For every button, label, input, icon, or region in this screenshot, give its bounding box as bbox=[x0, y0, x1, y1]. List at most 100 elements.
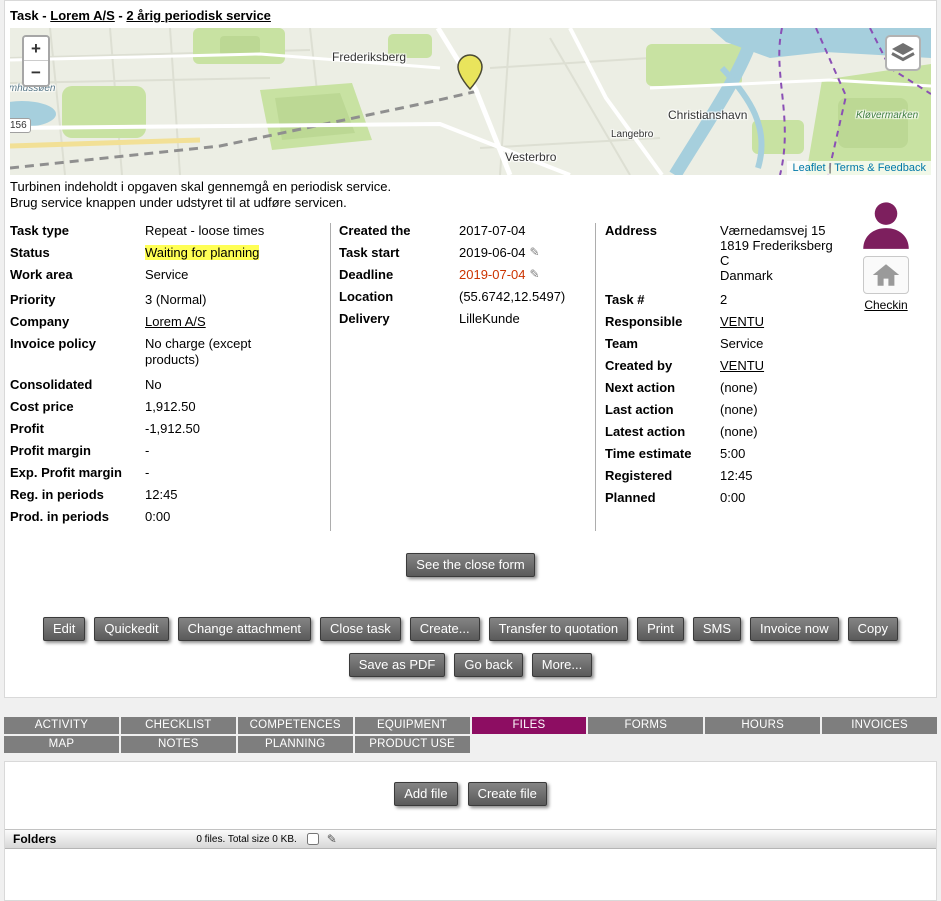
detail-row: Planned0:00 bbox=[605, 490, 843, 506]
address-value: Værnedamsvej 15 1819 Frederiksberg C Dan… bbox=[720, 223, 843, 283]
files-panel: Add file Create file Folders 0 files. To… bbox=[4, 761, 937, 901]
tab-hours[interactable]: HOURS bbox=[705, 717, 820, 734]
field-value: 3 (Normal) bbox=[145, 292, 206, 308]
tab-invoices[interactable]: INVOICES bbox=[822, 717, 937, 734]
field-label: Created the bbox=[339, 223, 459, 239]
zoom-out-button[interactable]: − bbox=[24, 61, 48, 85]
sms-button[interactable]: SMS bbox=[693, 617, 741, 641]
detail-row: Registered12:45 bbox=[605, 468, 843, 484]
see-close-form-button[interactable]: See the close form bbox=[406, 553, 534, 577]
field-label: Last action bbox=[605, 402, 720, 418]
quickedit-button[interactable]: Quickedit bbox=[94, 617, 168, 641]
road-number-badge: 156 bbox=[10, 118, 31, 133]
field-value: 5:00 bbox=[720, 446, 745, 462]
close-task-button[interactable]: Close task bbox=[320, 617, 401, 641]
edit-button[interactable]: Edit bbox=[43, 617, 85, 641]
pin-icon bbox=[457, 54, 483, 90]
responsible-link[interactable]: VENTU bbox=[720, 314, 764, 329]
company-link[interactable]: Lorem A/S bbox=[145, 314, 206, 329]
status-value: Waiting for planning bbox=[145, 245, 259, 261]
field-value: Service bbox=[720, 336, 763, 352]
field-value: (none) bbox=[720, 402, 758, 418]
tab-map[interactable]: MAP bbox=[4, 736, 119, 753]
breadcrumb-company-link[interactable]: Lorem A/S bbox=[50, 8, 115, 23]
add-file-button[interactable]: Add file bbox=[394, 782, 457, 806]
map[interactable]: Frederiksberg Vesterbro Christianshavn L… bbox=[10, 28, 931, 175]
detail-row: Last action(none) bbox=[605, 402, 843, 418]
tab-planning[interactable]: PLANNING bbox=[238, 736, 353, 753]
details-column-widgets: Checkin bbox=[843, 199, 929, 531]
field-label: Location bbox=[339, 289, 459, 305]
leaflet-link[interactable]: Leaflet bbox=[792, 162, 825, 174]
field-label: Priority bbox=[10, 292, 145, 308]
close-form-row: See the close form bbox=[5, 553, 936, 577]
field-label: Status bbox=[10, 245, 145, 261]
map-layers-button[interactable] bbox=[885, 35, 921, 71]
field-label: Created by bbox=[605, 358, 720, 374]
field-value: No bbox=[145, 377, 162, 393]
detail-row: Address Værnedamsvej 15 1819 Frederiksbe… bbox=[605, 223, 843, 283]
detail-row: TeamService bbox=[605, 336, 843, 352]
map-marker-pin[interactable] bbox=[457, 54, 483, 93]
more-button[interactable]: More... bbox=[532, 653, 592, 677]
field-label: Profit margin bbox=[10, 443, 145, 459]
create-file-button[interactable]: Create file bbox=[468, 782, 547, 806]
field-value: - bbox=[145, 443, 149, 459]
field-value: No charge (except products) bbox=[145, 336, 273, 368]
field-label: Task start bbox=[339, 245, 459, 261]
detail-row: Prod. in periods0:00 bbox=[10, 509, 330, 525]
detail-row: Location(55.6742,12.5497) bbox=[339, 289, 595, 305]
detail-row: Profit-1,912.50 bbox=[10, 421, 330, 437]
created-by-link[interactable]: VENTU bbox=[720, 358, 764, 373]
attribution-separator: | bbox=[829, 162, 832, 174]
breadcrumb-separator: - bbox=[42, 8, 46, 23]
field-value: (55.6742,12.5497) bbox=[459, 289, 565, 305]
go-back-button[interactable]: Go back bbox=[454, 653, 522, 677]
map-label-frederiksberg: Frederiksberg bbox=[332, 50, 406, 64]
terms-feedback-link[interactable]: Terms & Feedback bbox=[834, 162, 926, 174]
folders-select-checkbox[interactable] bbox=[307, 833, 319, 845]
tab-equipment[interactable]: EQUIPMENT bbox=[355, 717, 470, 734]
field-label: Task # bbox=[605, 292, 720, 308]
tab-files[interactable]: FILES bbox=[472, 717, 587, 734]
save-as-pdf-button[interactable]: Save as PDF bbox=[349, 653, 446, 677]
change-attachment-button[interactable]: Change attachment bbox=[178, 617, 311, 641]
tab-row-2: MAP NOTES PLANNING PRODUCT USE bbox=[4, 736, 937, 753]
map-label-christianshavn: Christianshavn bbox=[668, 108, 747, 122]
copy-button[interactable]: Copy bbox=[848, 617, 898, 641]
edit-pencil-icon[interactable]: ✎ bbox=[530, 245, 540, 259]
field-label: Next action bbox=[605, 380, 720, 396]
detail-row: StatusWaiting for planning bbox=[10, 245, 330, 261]
tab-notes[interactable]: NOTES bbox=[121, 736, 236, 753]
detail-row: Created the2017-07-04 bbox=[339, 223, 595, 239]
field-label: Exp. Profit margin bbox=[10, 465, 145, 481]
detail-row: Invoice policyNo charge (except products… bbox=[10, 336, 330, 368]
tab-competences[interactable]: COMPETENCES bbox=[238, 717, 353, 734]
field-value: 12:45 bbox=[145, 487, 178, 503]
tab-checklist[interactable]: CHECKLIST bbox=[121, 717, 236, 734]
details-column-middle: Created the2017-07-04 Task start2019-06-… bbox=[331, 223, 595, 531]
detail-row: Deadline2019-07-04✎ bbox=[339, 267, 595, 283]
field-label: Responsible bbox=[605, 314, 720, 330]
map-label-langebro: Langebro bbox=[611, 129, 653, 140]
field-value: -1,912.50 bbox=[145, 421, 200, 437]
avatar-person-icon bbox=[860, 199, 912, 249]
edit-pencil-icon[interactable]: ✎ bbox=[530, 267, 540, 281]
breadcrumb-task-link[interactable]: 2 årig periodisk service bbox=[126, 8, 271, 23]
detail-row: Task typeRepeat - loose times bbox=[10, 223, 330, 239]
field-value: Service bbox=[145, 267, 188, 283]
checkin-button[interactable] bbox=[863, 256, 909, 294]
tab-forms[interactable]: FORMS bbox=[588, 717, 703, 734]
tab-product-use[interactable]: PRODUCT USE bbox=[355, 736, 470, 753]
field-value: LilleKunde bbox=[459, 311, 520, 327]
field-label: Team bbox=[605, 336, 720, 352]
transfer-to-quotation-button[interactable]: Transfer to quotation bbox=[489, 617, 628, 641]
zoom-in-button[interactable]: + bbox=[24, 37, 48, 61]
description-line: Brug service knappen under udstyret til … bbox=[10, 195, 931, 211]
tab-activity[interactable]: ACTIVITY bbox=[4, 717, 119, 734]
checkin-link[interactable]: Checkin bbox=[864, 298, 907, 312]
create-button[interactable]: Create... bbox=[410, 617, 480, 641]
breadcrumb: Task - Lorem A/S - 2 årig periodisk serv… bbox=[5, 1, 936, 28]
invoice-now-button[interactable]: Invoice now bbox=[750, 617, 839, 641]
print-button[interactable]: Print bbox=[637, 617, 684, 641]
